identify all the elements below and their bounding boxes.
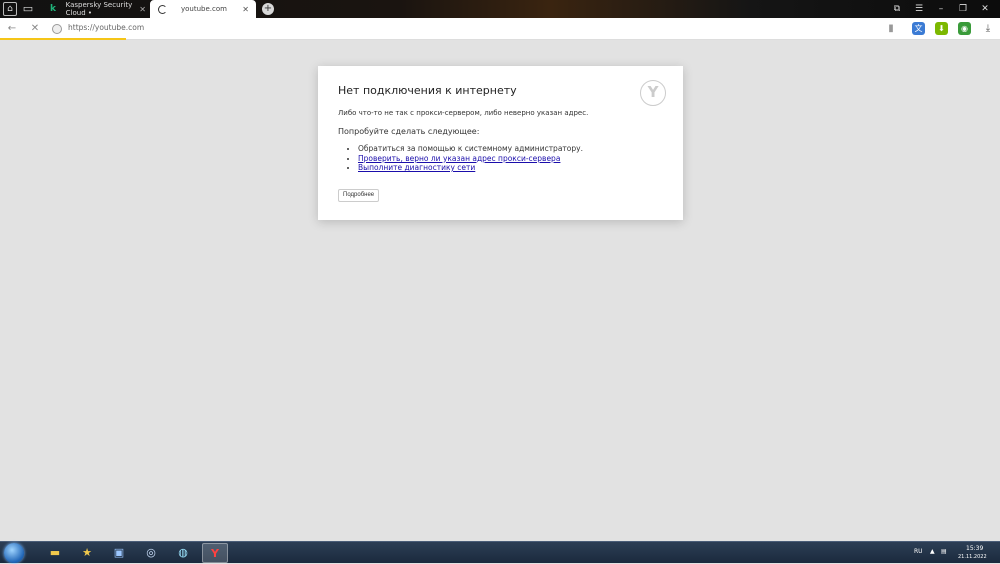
taskbar: ▬ ★ ▣ ◎ ◍ Y RU ▲ ▤ 15:39 21.11.2022 (0, 541, 1000, 563)
bookmark-icon[interactable]: ▮ (884, 22, 898, 36)
error-title: Нет подключения к интернету (338, 84, 517, 97)
error-card: Y Нет подключения к интернету Либо что-т… (318, 66, 683, 220)
connection-status-icon[interactable] (52, 24, 62, 34)
back-icon[interactable]: ← (5, 22, 19, 36)
try-heading: Попробуйте сделать следующее: (338, 127, 480, 136)
start-button[interactable] (4, 543, 24, 563)
list-item: Проверить, верно ли указан адрес прокси-… (358, 154, 583, 164)
new-tab-button[interactable]: + (262, 3, 274, 15)
loading-spinner-icon (158, 4, 167, 14)
download-extension-icon[interactable]: ⬇ (935, 22, 948, 35)
yandex-browser-taskbar-icon[interactable]: Y (202, 543, 228, 563)
file-explorer-icon[interactable]: ▬ (42, 543, 68, 563)
list-item: Обратиться за помощью к системному админ… (358, 144, 583, 154)
language-indicator[interactable]: RU (914, 548, 923, 555)
tab-youtube[interactable]: youtube.com ✕ (150, 0, 256, 18)
network-globe-icon[interactable]: ◍ (170, 543, 196, 563)
tabs-folder-icon[interactable]: ▭ (20, 1, 36, 17)
network-diagnostics-link[interactable]: Выполните диагностику сети (358, 163, 475, 172)
tab-title: Kaspersky Security Cloud • (65, 1, 133, 17)
downloads-icon[interactable]: ⤓ (981, 22, 995, 36)
list-item: Выполните диагностику сети (358, 163, 583, 173)
tab-title: youtube.com (181, 5, 227, 13)
more-details-button[interactable]: Подробнее (338, 189, 380, 202)
tab-kaspersky[interactable]: k Kaspersky Security Cloud • ✕ (46, 0, 150, 18)
translate-icon[interactable]: 文 (912, 22, 925, 35)
close-icon[interactable]: ✕ (242, 5, 249, 14)
clock-time[interactable]: 15:39 (966, 545, 983, 552)
page-load-progress (0, 38, 126, 40)
url-field[interactable]: https://youtube.com (68, 23, 144, 32)
tabs-overview-icon[interactable]: ⧉ (890, 2, 904, 16)
remote-desktop-icon[interactable]: ▣ (106, 543, 132, 563)
home-icon[interactable]: ⌂ (3, 2, 17, 16)
steam-icon[interactable]: ◎ (138, 543, 164, 563)
close-window-icon[interactable]: ✕ (978, 2, 992, 16)
error-message: Либо что-то не так с прокси-сервером, ли… (338, 109, 589, 117)
minimize-icon[interactable]: – (934, 2, 948, 16)
stop-icon[interactable]: ✕ (28, 22, 42, 36)
menu-icon[interactable]: ☰ (912, 2, 926, 16)
suggestions-list: Обратиться за помощью к системному админ… (358, 144, 583, 173)
tab-strip: ⌂ ▭ k Kaspersky Security Cloud • ✕ youtu… (0, 0, 1000, 18)
yandex-browser-logo-icon: Y (640, 80, 666, 106)
clock-date[interactable]: 21.11.2022 (958, 554, 987, 560)
network-tray-icon[interactable]: ▤ (941, 548, 947, 555)
close-icon[interactable]: ✕ (139, 5, 146, 14)
restore-icon[interactable]: ❐ (956, 2, 970, 16)
check-proxy-link[interactable]: Проверить, верно ли указан адрес прокси-… (358, 154, 560, 163)
kaspersky-icon: k (50, 4, 56, 14)
tray-expand-icon[interactable]: ▲ (930, 548, 935, 555)
extension-icon[interactable]: ◉ (958, 22, 971, 35)
favorites-icon[interactable]: ★ (74, 543, 100, 563)
address-bar: ← ✕ https://youtube.com ▮ 文 ⬇ ◉ ⤓ (0, 18, 1000, 40)
